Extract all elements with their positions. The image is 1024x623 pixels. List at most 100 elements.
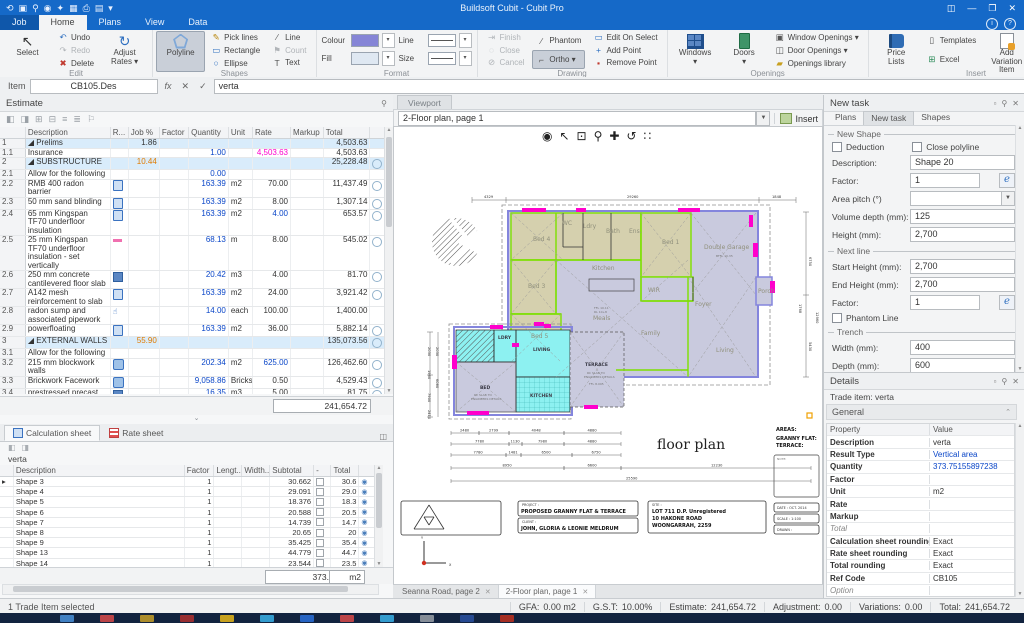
include-checkbox[interactable] xyxy=(316,478,324,486)
status-circle[interactable] xyxy=(372,181,382,191)
estimate-row[interactable]: 2.8radon sump and associated pipework☝14… xyxy=(0,307,385,325)
status-circle[interactable] xyxy=(372,360,382,370)
field-startheightmm[interactable]: 2,700 xyxy=(910,259,1015,274)
calc-row[interactable]: Shape 13144.77944.7◉ xyxy=(0,548,375,558)
estimate-row[interactable]: 2.1Allow for the following0.00 xyxy=(0,170,385,180)
estimate-row[interactable]: 1◢ Prelims1.864,503.63 xyxy=(0,139,385,149)
windows-taskbar[interactable] xyxy=(0,613,1024,623)
field-factor[interactable]: 1 xyxy=(910,295,980,310)
adjust-rates-button[interactable]: ↻Adjust Rates ▾ xyxy=(100,31,149,72)
help-icon[interactable]: ? xyxy=(1004,18,1016,30)
status-circle[interactable] xyxy=(372,159,382,169)
include-checkbox[interactable] xyxy=(316,508,324,516)
tab-new-task[interactable]: New task xyxy=(863,111,914,125)
estimate-row[interactable]: 2.350 mm sand blinding163.39m28.001,307.… xyxy=(0,198,385,210)
table-icon[interactable]: ▤ xyxy=(95,1,104,15)
templates-button[interactable]: ▯Templates xyxy=(923,31,980,50)
estimate-tool-icon-3[interactable]: ⊟ xyxy=(49,114,57,125)
close-icon[interactable]: ✕ xyxy=(1012,99,1019,108)
grid-icon[interactable]: ▦ xyxy=(69,1,78,15)
taskbar-app-icon-8[interactable] xyxy=(380,615,394,622)
price-lists-button[interactable]: Price Lists xyxy=(872,31,921,72)
status-circle[interactable] xyxy=(372,378,382,388)
calc-row[interactable]: ▸Shape 3130.66230.6◉ xyxy=(0,477,375,487)
calc-vscrollbar[interactable]: ▲▼ xyxy=(374,465,383,567)
taskbar-app-icon-10[interactable] xyxy=(460,615,474,622)
new-task-scrollbar[interactable]: ▲▼ xyxy=(1015,125,1024,372)
status-circle[interactable] xyxy=(372,211,382,221)
info-icon[interactable]: i xyxy=(986,18,998,30)
status-circle[interactable] xyxy=(372,326,382,336)
status-circle[interactable] xyxy=(372,272,382,282)
zoom-tool-icon[interactable]: ⚲ xyxy=(594,129,603,143)
pin-icon[interactable]: ⚲ xyxy=(381,99,387,108)
view-mode-icon[interactable]: ◉ xyxy=(542,129,552,143)
tab-calculation-sheet[interactable]: Calculation sheet xyxy=(4,425,100,441)
estimate-row[interactable]: 2◢ SUBSTRUCTURE10.4425,228.48 xyxy=(0,158,385,170)
fill-swatch[interactable]: Fill▾ xyxy=(322,49,395,67)
edit-on-select-button[interactable]: ▭Edit On Select xyxy=(589,31,661,44)
calc-row[interactable]: Shape 4129.09129.0◉ xyxy=(0,487,375,497)
print-icon[interactable]: ⎙ xyxy=(83,1,90,15)
taskbar-app-icon-0[interactable] xyxy=(60,615,74,622)
details-row[interactable]: Rate xyxy=(827,498,1014,510)
chevron-down-icon[interactable]: ▼ xyxy=(1001,191,1015,206)
include-checkbox[interactable] xyxy=(316,498,324,506)
select-cursor-button[interactable]: ↖Select xyxy=(3,31,52,72)
details-row[interactable]: Calculation sheet roundingExact xyxy=(827,536,1014,548)
rectangle-button[interactable]: ▭Rectangle xyxy=(207,44,264,57)
windows-button[interactable]: Windows ▾ xyxy=(671,31,720,72)
save-icon[interactable]: ▣ xyxy=(19,1,28,15)
constants-e-button[interactable]: e xyxy=(999,173,1015,188)
taskbar-app-icon-9[interactable] xyxy=(420,615,434,622)
line-button[interactable]: ∕Line xyxy=(268,31,310,44)
estimate-row[interactable]: 3.1Allow for the following xyxy=(0,349,385,359)
layout-icon[interactable]: ◫ xyxy=(947,3,956,14)
include-checkbox[interactable] xyxy=(316,488,324,496)
close-icon[interactable]: ✕ xyxy=(1012,377,1019,386)
zoom-window-icon[interactable]: ⊡ xyxy=(577,129,587,143)
phantom-button[interactable]: ∕Phantom xyxy=(532,31,585,50)
visibility-eye-icon[interactable]: ◉ xyxy=(361,488,367,496)
formula-input[interactable]: verta xyxy=(214,79,1024,94)
details-scrollbar[interactable]: ▲▼ xyxy=(1015,423,1024,597)
visibility-eye-icon[interactable]: ◉ xyxy=(361,498,367,506)
estimate-tool-icon-1[interactable]: ◨ xyxy=(21,114,30,125)
add-variation-item-button[interactable]: Add Variation Item xyxy=(982,31,1024,72)
estimate-row[interactable]: 3.4prestressed precast concrete lintel, … xyxy=(0,389,385,395)
window-openings-button[interactable]: ▣Window Openings ▾ xyxy=(771,31,863,44)
field-endheightmm[interactable]: 2,700 xyxy=(910,277,1015,292)
pick-lines-button[interactable]: ✎Pick lines xyxy=(207,31,264,44)
estimate-tool-icon-0[interactable]: ◧ xyxy=(6,114,15,125)
chevron-down-icon[interactable]: ▾ xyxy=(459,33,472,48)
doc-tab[interactable]: Seanna Road, page 2✕ xyxy=(395,585,499,598)
calc-row[interactable]: Shape 7114.73914.7◉ xyxy=(0,518,375,528)
close-tab-icon[interactable]: ✕ xyxy=(485,588,491,596)
include-checkbox[interactable] xyxy=(316,529,324,537)
pin-icon[interactable]: ⚲ xyxy=(1001,99,1007,108)
tab-plans[interactable]: Plans xyxy=(87,15,134,30)
field-areapitch[interactable]: ▼ xyxy=(910,191,1015,206)
taskbar-app-icon-5[interactable] xyxy=(260,615,274,622)
excel-button[interactable]: ⊞Excel xyxy=(923,50,980,69)
door-openings-button[interactable]: ◫Door Openings ▾ xyxy=(771,44,863,57)
visibility-eye-icon[interactable]: ◉ xyxy=(361,508,367,516)
calc-row[interactable]: Shape 5118.37618.3◉ xyxy=(0,497,375,507)
minimize-icon[interactable]: — xyxy=(967,3,976,14)
status-circle[interactable] xyxy=(372,390,382,395)
include-checkbox[interactable] xyxy=(316,539,324,547)
restore-icon[interactable]: ▫ xyxy=(994,99,997,108)
include-checkbox[interactable] xyxy=(316,559,324,567)
select-tool-icon[interactable]: ↖ xyxy=(559,129,569,143)
text-button[interactable]: TText xyxy=(268,57,310,70)
cancel-entry-button[interactable]: ✕ xyxy=(179,81,193,92)
polyline-button[interactable]: Polyline xyxy=(156,31,205,72)
estimate-tool-icon-4[interactable]: ≡ xyxy=(62,114,67,124)
doc-tab[interactable]: 2-Floor plan, page 1✕ xyxy=(499,585,596,598)
visibility-eye-icon[interactable]: ◉ xyxy=(361,529,367,537)
view-icon[interactable]: ◉ xyxy=(44,1,52,15)
include-checkbox[interactable] xyxy=(316,518,324,526)
details-row[interactable]: Quantity373.75155897238 xyxy=(827,461,1014,473)
line-style-picker[interactable]: Line▾ xyxy=(399,31,472,49)
taskbar-app-icon-7[interactable] xyxy=(340,615,354,622)
